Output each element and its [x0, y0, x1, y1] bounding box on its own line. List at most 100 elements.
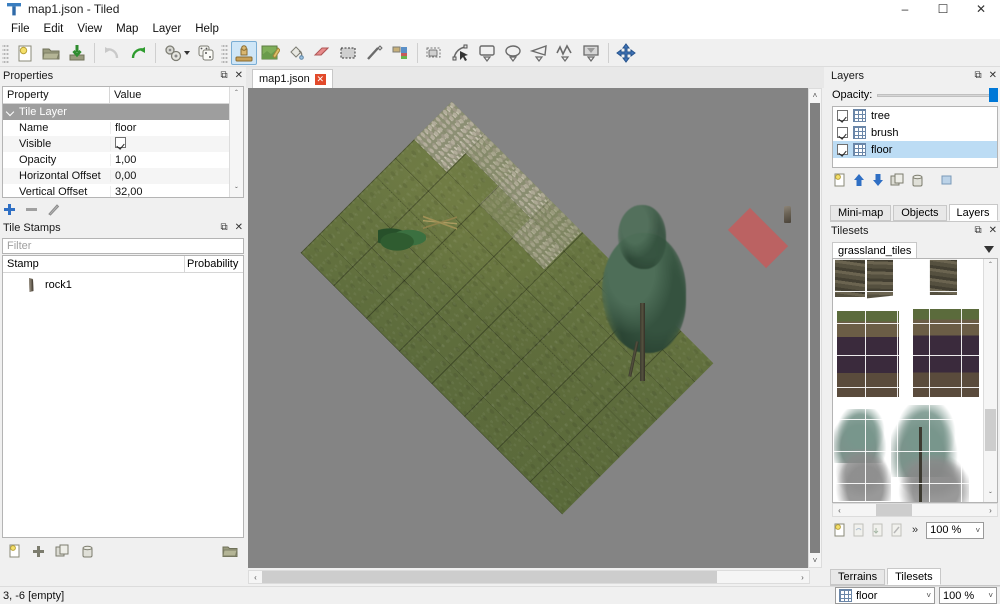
duplicate-icon[interactable]: [55, 544, 70, 559]
tileset-tab-grassland[interactable]: grassland_tiles: [832, 242, 918, 258]
insert-ellipse-tool[interactable]: [500, 41, 526, 65]
layer-visibility-checkbox[interactable]: [837, 127, 848, 138]
redo-button[interactable]: [125, 41, 151, 65]
scroll-up-icon[interactable]: ˆ: [984, 259, 997, 272]
pan-tool[interactable]: [613, 41, 639, 65]
menu-view[interactable]: View: [70, 21, 109, 37]
property-value[interactable]: 0,00: [110, 170, 243, 182]
document-tab-map1[interactable]: map1.json ✕: [252, 69, 333, 88]
bucket-fill-tool[interactable]: [283, 41, 309, 65]
property-value[interactable]: floor: [110, 122, 243, 134]
list-item[interactable]: rock1: [3, 273, 243, 297]
tileset-canvas[interactable]: [833, 259, 983, 502]
chevron-down-icon[interactable]: [184, 50, 190, 55]
open-file-button[interactable]: [38, 41, 64, 65]
float-dock-icon[interactable]: ⧉: [220, 70, 227, 81]
arrow-up-icon[interactable]: [852, 173, 866, 187]
layer-props-icon[interactable]: [940, 173, 954, 187]
undo-button[interactable]: [99, 41, 125, 65]
menu-map[interactable]: Map: [109, 21, 145, 37]
menu-layer[interactable]: Layer: [145, 21, 188, 37]
scrollbar-thumb[interactable]: [876, 504, 912, 516]
stamp-filter-input[interactable]: Filter: [2, 238, 244, 254]
embed-tileset-icon[interactable]: [851, 523, 866, 538]
layer-row-tree[interactable]: tree: [833, 107, 997, 124]
scrollbar-thumb[interactable]: [985, 409, 996, 451]
trash-icon[interactable]: [80, 544, 95, 559]
tileset-zoom-combo[interactable]: 100 % ˅: [926, 521, 985, 539]
double-chevron-icon[interactable]: »: [912, 524, 918, 536]
maximize-button[interactable]: ☐: [924, 0, 962, 18]
layer-row-floor[interactable]: floor: [833, 141, 997, 158]
toolbar-grip[interactable]: [2, 42, 9, 63]
edit-terrain-sets-button[interactable]: [160, 41, 186, 65]
tab-tilesets[interactable]: Tilesets: [887, 568, 941, 585]
scroll-up-icon[interactable]: ˄: [809, 89, 821, 102]
minimize-button[interactable]: –: [886, 0, 924, 18]
layer-visibility-checkbox[interactable]: [837, 110, 848, 121]
property-row-vertical-offset[interactable]: Vertical Offset 32,00: [3, 184, 243, 197]
close-icon[interactable]: ✕: [989, 225, 997, 236]
tab-objects[interactable]: Objects: [893, 205, 947, 221]
terrain-brush-tool[interactable]: [257, 41, 283, 65]
arrow-down-icon[interactable]: [871, 173, 885, 187]
tileset-vertical-scrollbar[interactable]: ˆ ˇ: [983, 259, 997, 502]
select-object-tool[interactable]: [422, 41, 448, 65]
property-value[interactable]: 32,00: [110, 186, 243, 197]
visible-checkbox[interactable]: [115, 137, 126, 148]
scrollbar-thumb[interactable]: [810, 103, 820, 553]
new-tileset-icon[interactable]: [832, 523, 847, 538]
scroll-left-icon[interactable]: ‹: [249, 573, 262, 582]
tab-mini-map[interactable]: Mini-map: [830, 205, 892, 221]
menu-help[interactable]: Help: [188, 21, 226, 37]
layer-list[interactable]: tree brush floor: [832, 106, 998, 168]
menu-file[interactable]: File: [4, 21, 37, 37]
insert-tile-tool[interactable]: [578, 41, 604, 65]
close-icon[interactable]: ✕: [989, 70, 997, 81]
eraser-tool[interactable]: [309, 41, 335, 65]
edit-tileset-icon[interactable]: [889, 523, 904, 538]
slider-handle[interactable]: [989, 88, 998, 102]
menu-edit[interactable]: Edit: [37, 21, 71, 37]
properties-scrollbar[interactable]: ˆ ˇ: [229, 87, 243, 197]
opacity-slider[interactable]: [877, 88, 998, 102]
stamp-list[interactable]: Stamp Probability rock1: [2, 255, 244, 538]
property-row-opacity[interactable]: Opacity 1,00: [3, 152, 243, 168]
insert-polygon-tool[interactable]: [526, 41, 552, 65]
edit-polygons-tool[interactable]: [448, 41, 474, 65]
map-canvas[interactable]: [248, 88, 810, 568]
property-row-visible[interactable]: Visible: [3, 136, 243, 152]
close-button[interactable]: ✕: [962, 0, 1000, 18]
properties-group-tile-layer[interactable]: Tile Layer: [3, 104, 243, 120]
random-mode-button[interactable]: [193, 41, 219, 65]
scroll-right-icon[interactable]: ›: [984, 506, 997, 515]
property-row-name[interactable]: Name floor: [3, 120, 243, 136]
layer-visibility-checkbox[interactable]: [837, 144, 848, 155]
select-same-tile-tool[interactable]: [387, 41, 413, 65]
folder-icon[interactable]: [222, 544, 238, 558]
zoom-combo[interactable]: 100 % ˅: [939, 587, 997, 604]
save-file-button[interactable]: [64, 41, 90, 65]
new-map-button[interactable]: [12, 41, 38, 65]
scrollbar-thumb[interactable]: [262, 571, 717, 583]
map-horizontal-scrollbar[interactable]: ‹ ›: [248, 570, 810, 584]
insert-polyline-tool[interactable]: [552, 41, 578, 65]
float-dock-icon[interactable]: ⧉: [974, 70, 981, 81]
duplicate-icon[interactable]: [890, 173, 905, 188]
property-row-horizontal-offset[interactable]: Horizontal Offset 0,00: [3, 168, 243, 184]
float-dock-icon[interactable]: ⧉: [974, 225, 981, 236]
trash-icon[interactable]: [910, 173, 925, 188]
magic-wand-tool[interactable]: [361, 41, 387, 65]
close-icon[interactable]: ✕: [235, 222, 243, 233]
new-layer-icon[interactable]: [832, 173, 847, 188]
property-value[interactable]: 1,00: [110, 154, 243, 166]
tileset-horizontal-scrollbar[interactable]: ‹ ›: [832, 503, 998, 517]
tab-layers[interactable]: Layers: [948, 204, 998, 221]
float-dock-icon[interactable]: ⧉: [220, 222, 227, 233]
scroll-up-icon[interactable]: ˆ: [230, 87, 243, 100]
scroll-down-icon[interactable]: ˅: [809, 554, 821, 567]
tileset-tile-grid[interactable]: ˆ ˇ: [832, 258, 998, 503]
tileset-dropdown-button[interactable]: [982, 242, 996, 256]
rectangular-select-tool[interactable]: [335, 41, 361, 65]
scroll-left-icon[interactable]: ‹: [833, 506, 846, 515]
